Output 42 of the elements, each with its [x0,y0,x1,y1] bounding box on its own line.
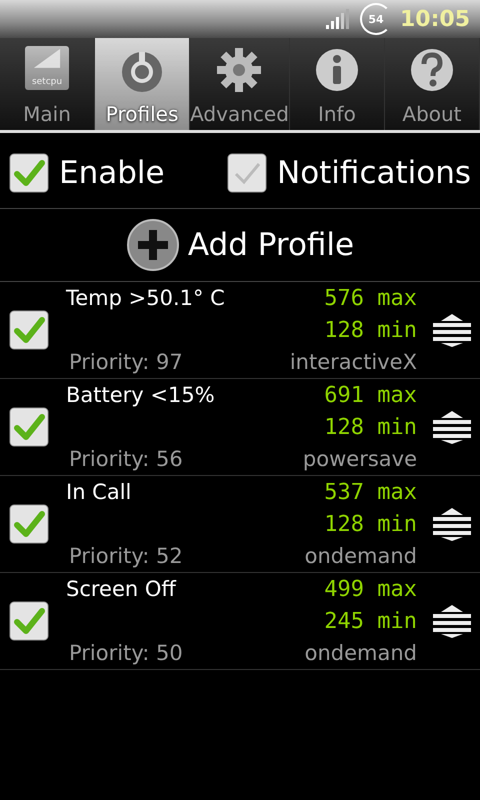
governor-text: powersave [302,447,417,471]
profile-name: In Call [66,480,132,504]
plus-icon[interactable] [126,218,180,272]
drag-handle-icon[interactable] [433,313,471,347]
profile-name: Battery <15% [66,383,215,407]
priority-text: Priority: 97 [69,350,183,374]
priority-text: Priority: 56 [69,447,183,471]
governor-text: ondemand [304,641,417,665]
max-frequency: 499 max [324,576,417,602]
signal-icon [324,8,352,30]
profile-name: Temp >50.1° C [66,286,225,310]
checkbox[interactable] [9,601,49,641]
profile-name: Screen Off [66,577,176,601]
governor-text: interactiveX [290,350,417,374]
max-frequency: 576 max [324,286,417,310]
max-frequency: 537 max [324,480,417,504]
drag-handle-icon[interactable] [433,507,471,541]
drag-handle-icon[interactable] [433,604,471,638]
clock-time: 10:05 [400,6,470,32]
min-frequency: 128 min [324,318,417,342]
checkbox[interactable] [9,407,49,447]
min-frequency: 128 min [324,512,417,536]
min-frequency: 128 min [324,414,417,440]
tab[interactable]: setcpu Main [0,38,96,130]
min-frequency: 245 min [324,608,417,634]
priority-text: Priority: 50 [69,641,183,665]
logo-text: setcpu [32,76,62,88]
checkbox[interactable] [9,310,49,350]
priority-text: Priority: 52 [69,544,183,568]
tab[interactable]: About [384,38,480,130]
checkbox-label: Enable [59,155,165,191]
drag-handle-icon[interactable] [433,410,471,444]
tab[interactable]: Advanced [190,38,290,130]
checkbox[interactable] [9,153,49,193]
checkbox-label: Notifications [277,155,472,191]
max-frequency: 691 max [324,382,417,408]
checkbox[interactable] [9,504,49,544]
governor-text: ondemand [304,544,417,568]
tab[interactable]: Info [290,38,385,130]
checkbox[interactable] [227,153,267,193]
add-profile-label[interactable]: Add Profile [188,227,354,263]
gear-icon [215,46,264,94]
